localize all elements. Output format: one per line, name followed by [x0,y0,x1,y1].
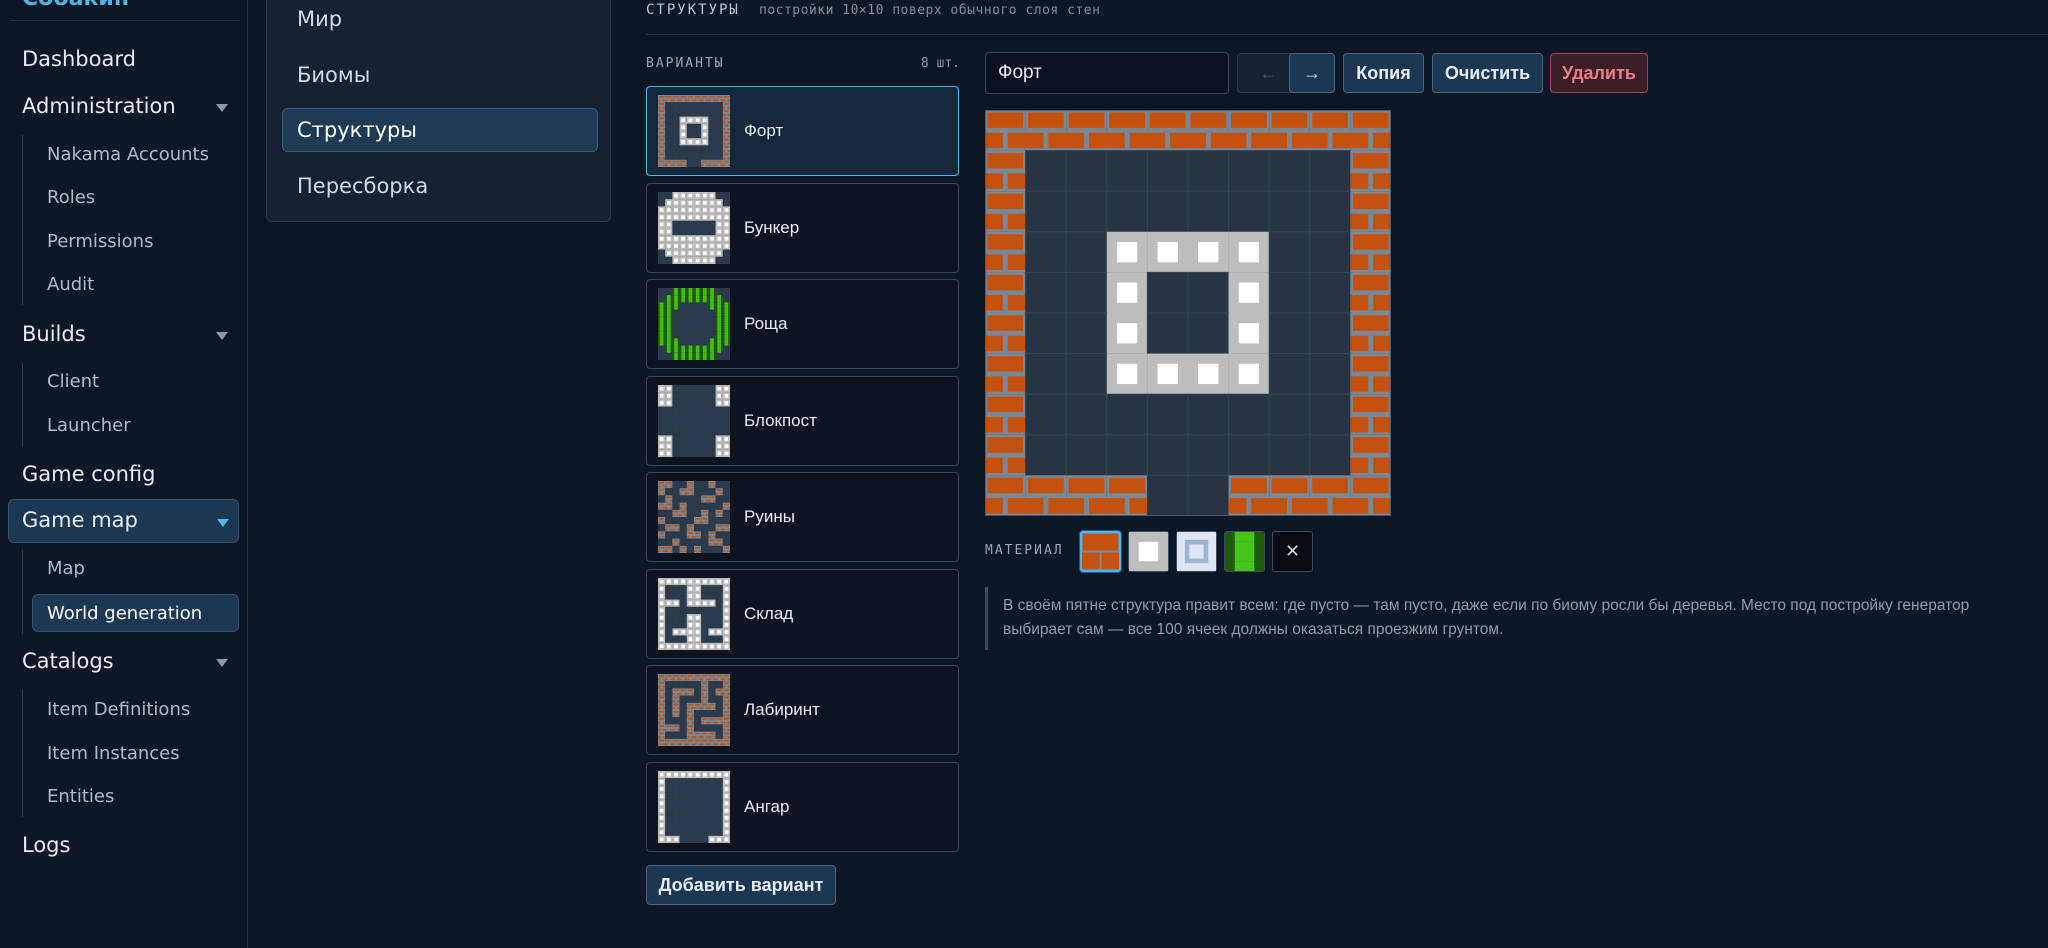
submenu-guide [22,550,23,634]
variant-name: Блокпост [744,410,817,430]
variant-name: Склад [744,603,794,623]
variants-heading: ВАРИАНТЫ [646,56,725,71]
material-brick-swatch[interactable] [1080,531,1121,572]
variant-name: Форт [744,121,784,140]
section-panel: Мир Биомы Структуры Пересборка [266,0,611,222]
structure-grid[interactable] [985,110,1391,517]
sidebar-item-item-definitions[interactable]: Item Definitions [47,699,190,720]
sidebar-item-catalogs[interactable]: Catalogs [22,649,228,673]
add-variant-button[interactable]: Добавить вариант [646,865,836,905]
section-item-world[interactable]: Мир [297,7,342,31]
variant-card[interactable]: Бункер [646,182,959,273]
sidebar-item-permissions[interactable]: Permissions [47,231,153,252]
submenu-guide [22,135,23,305]
structure-note: В своём пятне структура правит всем: где… [985,587,2025,650]
material-erase-icon[interactable]: ✕ [1272,531,1313,572]
material-label: МАТЕРИАЛ [985,543,1064,558]
variant-thumbnail [658,770,730,843]
sidebar-item-label: Builds [22,322,86,346]
variant-card[interactable]: Блокпост [646,375,959,466]
move-right-button[interactable]: → [1289,53,1335,93]
variant-card[interactable]: Лабиринт [646,665,959,755]
sidebar-item-administration[interactable]: Administration [22,94,228,118]
sidebar-item-nakama-accounts[interactable]: Nakama Accounts [47,144,209,165]
sidebar: Собакин Dashboard Administration Nakama … [0,0,248,948]
chevron-down-icon [217,519,229,527]
sidebar-item-world-generation[interactable]: World generation [32,594,239,632]
sidebar-item-label: Administration [22,94,176,118]
variant-card[interactable]: Склад [646,568,959,659]
sidebar-item-client[interactable]: Client [47,371,99,392]
clear-button[interactable]: Очистить [1432,53,1543,93]
sidebar-item-builds[interactable]: Builds [22,322,228,346]
sidebar-item-item-instances[interactable]: Item Instances [47,743,180,764]
variant-name: Руины [744,507,795,526]
sidebar-item-roles[interactable]: Roles [47,187,95,208]
variant-card[interactable]: Роща [646,279,959,369]
copy-button[interactable]: Копия [1343,53,1424,93]
divider [10,20,240,21]
sidebar-item-label: Game map [22,508,138,532]
sidebar-item-game-config[interactable]: Game config [22,462,155,486]
variant-thumbnail [658,191,730,264]
sidebar-item-game-map[interactable]: Game map [8,499,239,543]
variant-name: Ангар [744,796,790,816]
variant-name: Бункер [744,217,800,237]
sidebar-item-launcher[interactable]: Launcher [47,415,131,436]
variant-card[interactable]: Форт [646,86,959,176]
variant-name: Лабиринт [744,700,820,719]
material-steel-swatch[interactable] [1128,531,1169,572]
sidebar-item-map[interactable]: Map [47,558,85,579]
sidebar-item-label: Catalogs [22,649,114,673]
variant-name: Роща [744,314,788,333]
chevron-down-icon [216,332,228,340]
page-title: СТРУКТУРЫ [646,2,740,18]
variant-thumbnail [658,481,730,553]
variant-thumbnail [658,674,730,746]
variant-card[interactable]: Ангар [646,761,959,852]
brand-logo-text[interactable]: Собакин [22,0,129,11]
material-ice-swatch[interactable] [1176,531,1217,572]
sidebar-item-dashboard[interactable]: Dashboard [22,47,136,71]
chevron-down-icon [216,104,228,112]
sidebar-item-entities[interactable]: Entities [47,786,114,807]
variant-thumbnail [658,95,730,167]
variant-card[interactable]: Руины [646,472,959,562]
variants-count: 8 шт. [920,56,960,71]
divider [646,34,2048,35]
variant-thumbnail [658,577,730,650]
sidebar-item-logs[interactable]: Logs [22,833,70,857]
variant-thumbnail [658,288,730,360]
material-grass-swatch[interactable] [1224,531,1265,572]
sidebar-item-audit[interactable]: Audit [47,274,94,295]
variant-thumbnail [658,384,730,457]
section-item-rebuild[interactable]: Пересборка [297,174,428,198]
page-subtitle: постройки 10×10 поверх обычного слоя сте… [759,3,1101,18]
structure-grid-canvas[interactable] [985,110,1391,517]
section-item-structures[interactable]: Структуры [282,108,598,152]
chevron-down-icon [216,659,228,667]
structure-name-input[interactable] [985,52,1229,94]
delete-button[interactable]: Удалить [1550,53,1648,93]
section-item-biomes[interactable]: Биомы [297,63,370,87]
submenu-guide [22,363,23,447]
submenu-guide [22,690,23,817]
